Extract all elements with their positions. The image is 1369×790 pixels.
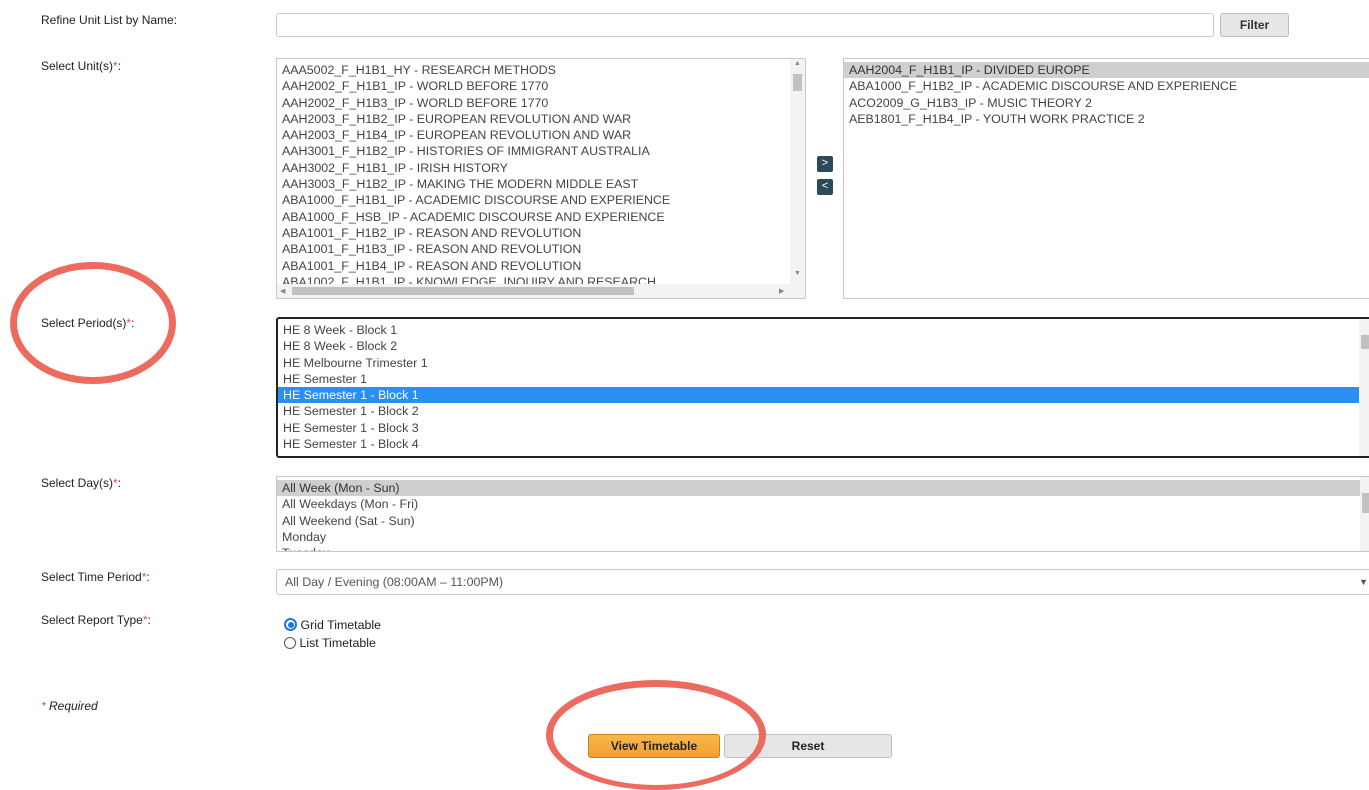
available-unit-option[interactable]: ABA1001_F_H1B2_IP - REASON AND REVOLUTIO… [277,225,805,241]
filter-button[interactable]: Filter [1220,13,1289,37]
selected-unit-option[interactable]: AEB1801_F_H1B4_IP - YOUTH WORK PRACTICE … [844,111,1369,127]
selected-unit-option[interactable]: AAH2004_F_H1B1_IP - DIVIDED EUROPE [844,62,1369,79]
available-unit-option[interactable]: ABA1000_F_HSB_IP - ACADEMIC DISCOURSE AN… [277,209,805,225]
period-option[interactable]: HE Semester 1 - Block 4 [278,436,1359,452]
periods-list[interactable]: HE 8 Week - Block 1 HE 8 Week - Block 2 HE… [276,317,1369,458]
units-label: Select Unit(s)*: [41,59,122,73]
units-horizontal-scrollbar[interactable]: ◀ ▶ [277,284,805,298]
available-units-list[interactable]: AAA5002_F_H1B1_HY - RESEARCH METHODS AAH2… [276,58,806,299]
period-option[interactable]: HE Semester 1 - Block 3 [278,420,1359,436]
available-unit-option[interactable]: AAH2003_F_H1B2_IP - EUROPEAN REVOLUTION … [277,111,805,127]
list-timetable-option[interactable]: List Timetable [284,636,376,650]
filter-label: Filter [1239,18,1270,32]
available-unit-option[interactable]: AAH3002_F_H1B1_IP - IRISH HISTORY [277,160,805,176]
day-option[interactable]: Monday [277,529,1360,545]
units-vertical-scrollbar[interactable]: ▲ ▼ [790,59,805,285]
scroll-left-arrow-icon[interactable]: ◀ [280,287,285,295]
reset-button[interactable]: Reset [724,734,892,758]
period-option[interactable]: HE 8 Week - Block 1 [278,322,1359,338]
available-unit-option[interactable]: AAH3001_F_H1B2_IP - HISTORIES OF IMMIGRA… [277,143,805,159]
period-option[interactable]: HE Semester 1 - Block 1 [278,387,1359,404]
period-option[interactable]: HE Semester 1 [278,371,1359,387]
day-option[interactable]: All Week (Mon - Sun) [277,480,1360,497]
periods-label: Select Period(s)*: [41,316,135,330]
scroll-right-arrow-icon[interactable]: ▶ [779,287,784,295]
period-option[interactable]: HE Semester 1 - Block 2 [278,403,1359,419]
days-list[interactable]: All Week (Mon - Sun) All Weekdays (Mon - … [276,476,1369,552]
days-vertical-scrollbar[interactable] [1360,477,1369,551]
scroll-up-arrow-icon[interactable]: ▲ [794,60,801,67]
list-timetable-label: List Timetable [299,636,376,650]
available-unit-option[interactable]: AAH2002_F_H1B1_IP - WORLD BEFORE 1770 [277,78,805,94]
available-unit-option[interactable]: AAA5002_F_H1B1_HY - RESEARCH METHODS [277,62,805,78]
refine-label: Refine Unit List by Name: [41,13,178,27]
view-timetable-button[interactable]: View Timetable [588,734,720,758]
days-label: Select Day(s)*: [41,476,122,490]
periods-vertical-scrollbar[interactable] [1359,319,1369,456]
available-unit-option[interactable]: AAH2002_F_H1B3_IP - WORLD BEFORE 1770 [277,95,805,111]
selected-units-list[interactable]: AAH2004_F_H1B1_IP - DIVIDED EUROPE ABA100… [843,58,1369,299]
move-right-button[interactable]: > [817,156,833,172]
chevron-down-icon: ▼ [1359,577,1368,587]
day-option[interactable]: Tuesday [277,545,1360,551]
radio-checked-icon[interactable] [284,618,297,631]
required-note: * Required [41,699,98,713]
move-left-button[interactable]: < [817,179,833,195]
day-option[interactable]: All Weekend (Sat - Sun) [277,513,1360,529]
available-unit-option[interactable]: ABA1000_F_H1B1_IP - ACADEMIC DISCOURSE A… [277,192,805,208]
day-option[interactable]: All Weekdays (Mon - Fri) [277,496,1360,512]
radio-unchecked-icon[interactable] [284,637,296,649]
period-option[interactable]: HE 8 Week - Block 2 [278,338,1359,354]
grid-timetable-label: Grid Timetable [300,618,382,632]
selected-unit-option[interactable]: ABA1000_F_H1B2_IP - ACADEMIC DISCOURSE A… [844,78,1369,94]
refine-input[interactable] [276,13,1214,37]
grid-timetable-option[interactable]: Grid Timetable [284,618,381,632]
view-timetable-label: View Timetable [610,739,698,753]
scroll-down-arrow-icon[interactable]: ▼ [794,270,801,277]
available-unit-option[interactable]: AAH2003_F_H1B4_IP - EUROPEAN REVOLUTION … [277,127,805,143]
time-period-value: All Day / Evening (08:00AM – 11:00PM) [285,575,504,589]
period-option[interactable]: HE Melbourne Trimester 1 [278,355,1359,371]
time-label: Select Time Period*: [41,570,150,584]
available-unit-option[interactable]: ABA1001_F_H1B3_IP - REASON AND REVOLUTIO… [277,241,805,257]
reset-label: Reset [791,739,825,753]
available-unit-option[interactable]: ABA1001_F_H1B4_IP - REASON AND REVOLUTIO… [277,258,805,274]
selected-unit-option[interactable]: ACO2009_G_H1B3_IP - MUSIC THEORY 2 [844,95,1369,111]
available-unit-option[interactable]: AAH3003_F_H1B2_IP - MAKING THE MODERN MI… [277,176,805,192]
time-period-select[interactable]: All Day / Evening (08:00AM – 11:00PM) ▼ [276,569,1369,595]
report-label: Select Report Type*: [41,613,151,627]
